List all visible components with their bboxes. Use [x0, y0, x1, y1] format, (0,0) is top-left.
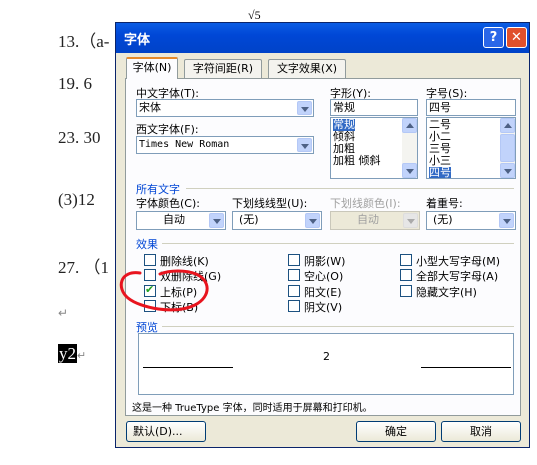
small-caps-label: 小型大写字母(M) [416, 255, 501, 268]
doc-line-27: 27. （1 [58, 258, 109, 277]
preview-sample: 2 [323, 350, 330, 363]
subscript-checkbox[interactable] [144, 300, 156, 312]
divider [162, 326, 514, 327]
strikethrough-checkbox[interactable] [144, 254, 156, 266]
western-font-label: 西文字体(F): [136, 123, 199, 136]
font-description: 这是一种 TrueType 字体，同时适用于屏幕和打印机。 [132, 403, 373, 414]
scroll-thumb[interactable] [500, 134, 515, 162]
paragraph-mark-icon: ↵ [58, 306, 69, 320]
superscript-label: 上标(P) [160, 286, 198, 299]
chevron-down-icon[interactable] [499, 213, 514, 228]
ok-button[interactable]: 确定 [356, 421, 436, 442]
small-caps-checkbox[interactable] [400, 254, 412, 266]
underline-color-label: 下划线颜色(I): [330, 197, 401, 210]
preview-baseline-left [143, 367, 233, 368]
western-font-value: Times New Roman [139, 139, 230, 150]
style-listbox[interactable]: 常规 倾斜 加粗 加粗 倾斜 [330, 117, 418, 179]
chinese-font-value: 宋体 [139, 101, 161, 114]
strikethrough-label: 删除线(K) [160, 255, 209, 268]
doc-line-23: 23. 30 [58, 128, 101, 147]
divider [162, 243, 514, 244]
chevron-down-icon[interactable] [209, 213, 224, 228]
title-bar[interactable]: 字体 ? ✕ [116, 23, 529, 53]
scroll-up-icon[interactable] [500, 118, 515, 133]
cancel-button[interactable]: 取消 [441, 421, 521, 442]
underline-style-combo[interactable]: (无) [232, 211, 322, 230]
default-button[interactable]: 默认(D)... [126, 421, 206, 442]
shadow-label: 阴影(W) [304, 255, 346, 268]
size-scrollbar[interactable] [500, 118, 515, 178]
font-color-combo[interactable]: 自动 [136, 211, 226, 230]
style-input[interactable]: 常规 [330, 99, 418, 116]
hidden-checkbox[interactable] [400, 285, 412, 297]
preview-box: 2 [138, 333, 514, 395]
doc-line-y2[interactable]: y2↵ [58, 344, 86, 364]
tab-text-effects[interactable]: 文字效果(X) [268, 59, 346, 78]
doc-line-13: 13.（a- [58, 32, 110, 51]
underline-color-combo: 自动 [330, 211, 420, 230]
double-strikethrough-label: 双删除线(G) [160, 270, 222, 283]
font-color-label: 字体颜色(C): [136, 197, 200, 210]
emboss-checkbox[interactable] [288, 285, 300, 297]
chevron-down-icon[interactable] [297, 101, 312, 115]
selected-text[interactable]: y2 [58, 344, 77, 363]
engrave-label: 阴文(V) [304, 301, 343, 314]
style-option[interactable]: 加粗 倾斜 [333, 155, 381, 167]
chinese-font-combo[interactable]: 宋体 [136, 99, 314, 117]
all-caps-checkbox[interactable] [400, 269, 412, 281]
scroll-up-icon[interactable] [402, 118, 417, 133]
underline-style-label: 下划线线型(U): [232, 197, 308, 210]
tab-font[interactable]: 字体(N) [126, 57, 178, 79]
formula-fragment: √5 [248, 8, 261, 22]
scroll-down-icon[interactable] [500, 163, 515, 178]
scroll-down-icon[interactable] [402, 163, 417, 178]
western-font-combo[interactable]: Times New Roman [136, 136, 314, 154]
size-input[interactable]: 四号 [426, 99, 516, 116]
emphasis-value: (无) [433, 213, 453, 226]
tab-character-spacing[interactable]: 字符间距(R) [184, 59, 262, 78]
size-option[interactable]: 四号 [429, 167, 451, 178]
dialog-title: 字体 [124, 33, 151, 48]
subscript-label: 下标(B) [160, 301, 199, 314]
help-button[interactable]: ? [483, 27, 504, 48]
double-strikethrough-checkbox[interactable] [144, 269, 156, 281]
emphasis-label: 着重号: [426, 197, 463, 210]
underline-style-value: (无) [239, 213, 259, 226]
shadow-checkbox[interactable] [288, 254, 300, 266]
chevron-down-icon[interactable] [305, 213, 320, 228]
style-scrollbar[interactable] [402, 118, 417, 178]
close-button[interactable]: ✕ [506, 27, 527, 48]
preview-baseline-right [421, 367, 511, 368]
paragraph-mark-icon: ↵ [77, 350, 87, 362]
chevron-down-icon[interactable] [297, 138, 312, 152]
doc-line-19: 19. 6 [58, 74, 92, 93]
hidden-label: 隐藏文字(H) [416, 286, 477, 299]
underline-color-value: 自动 [357, 213, 379, 226]
outline-checkbox[interactable] [288, 269, 300, 281]
emphasis-combo[interactable]: (无) [426, 211, 516, 230]
font-color-value: 自动 [163, 213, 185, 226]
effects-heading: 效果 [136, 238, 158, 251]
doc-line-3-12: (3)12 [58, 190, 95, 209]
size-listbox[interactable]: 二号 小二 三号 小三 四号 [426, 117, 516, 179]
outline-label: 空心(O) [304, 270, 344, 283]
superscript-checkbox[interactable] [144, 283, 156, 297]
chevron-down-icon [403, 213, 418, 228]
emboss-label: 阳文(E) [304, 286, 342, 299]
all-caps-label: 全部大写字母(A) [416, 270, 499, 283]
engrave-checkbox[interactable] [288, 300, 300, 312]
divider [186, 188, 514, 189]
font-dialog: 字体 ? ✕ 字体(N) 字符间距(R) 文字效果(X) 中文字体(T): 宋体… [115, 22, 530, 448]
